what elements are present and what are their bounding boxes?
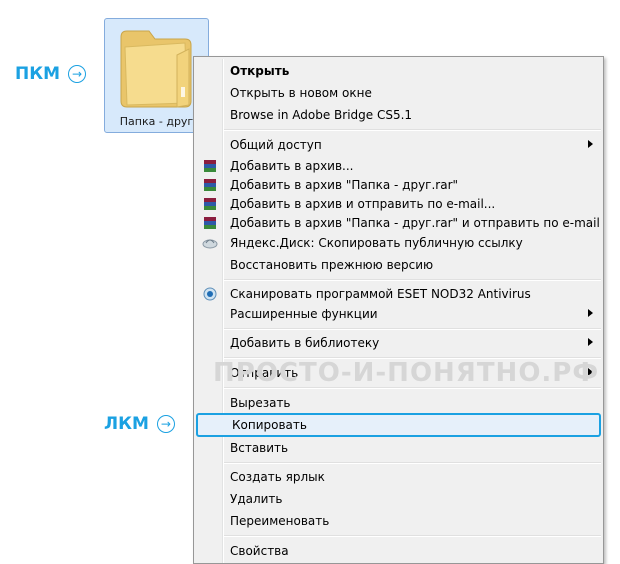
menu-item-copy[interactable]: Копировать [196, 413, 601, 437]
right-click-annotation: ПКМ → [15, 64, 87, 84]
menu-item-rename[interactable]: Переименовать [196, 510, 601, 532]
left-click-label: ЛКМ [104, 414, 149, 434]
menu-item-label: Сканировать программой ESET NOD32 Antivi… [230, 287, 531, 301]
menu-separator [224, 129, 601, 131]
menu-item-label: Копировать [232, 418, 307, 432]
left-click-annotation: ЛКМ → [104, 414, 175, 434]
menu-item-label: Добавить в архив "Папка - друг.rar" [230, 178, 459, 192]
winrar-icon [204, 160, 216, 172]
arrow-right-circle-icon: → [156, 415, 175, 433]
menu-item-adobe-bridge[interactable]: Browse in Adobe Bridge CS5.1 [196, 104, 601, 126]
menu-separator [224, 328, 601, 330]
submenu-arrow-icon [588, 338, 593, 346]
menu-item-label: Добавить в архив и отправить по e-mail..… [230, 197, 496, 211]
winrar-icon [204, 179, 216, 191]
arrow-right-circle-icon: → [68, 65, 87, 83]
menu-item-share[interactable]: Общий доступ [196, 134, 601, 156]
menu-item-delete[interactable]: Удалить [196, 488, 601, 510]
menu-item-label: Свойства [230, 544, 289, 558]
watermark-text: ПРОСТО-И-ПОНЯТНО.РФ [213, 358, 600, 388]
menu-item-label: Browse in Adobe Bridge CS5.1 [230, 108, 413, 122]
menu-item-label: Создать ярлык [230, 470, 325, 484]
menu-item-label: Добавить в библиотеку [230, 336, 380, 350]
folder-icon [120, 30, 192, 108]
menu-item-properties[interactable]: Свойства [196, 540, 601, 562]
eset-icon [203, 287, 217, 301]
menu-item-paste[interactable]: Вставить [196, 437, 601, 459]
right-click-label: ПКМ [15, 64, 61, 84]
menu-item-yandex-disk[interactable]: Яндекс.Диск: Скопировать публичную ссылк… [196, 232, 601, 254]
menu-item-label: Вставить [230, 441, 289, 455]
menu-item-create-shortcut[interactable]: Создать ярлык [196, 466, 601, 488]
menu-item-archive-named-email[interactable]: Добавить в архив "Папка - друг.rar" и от… [196, 212, 601, 234]
menu-item-label: Расширенные функции [230, 307, 378, 321]
menu-item-label: Восстановить прежнюю версию [230, 258, 434, 272]
menu-item-cut[interactable]: Вырезать [196, 392, 601, 414]
menu-item-label: Общий доступ [230, 138, 322, 152]
menu-item-label: Открыть [230, 64, 290, 78]
menu-item-label: Удалить [230, 492, 283, 506]
menu-item-add-library[interactable]: Добавить в библиотеку [196, 332, 601, 354]
winrar-icon [204, 198, 216, 210]
submenu-arrow-icon [588, 140, 593, 148]
menu-item-label: Открыть в новом окне [230, 86, 372, 100]
yandex-disk-icon [202, 239, 218, 249]
menu-item-label: Вырезать [230, 396, 291, 410]
menu-item-restore-version[interactable]: Восстановить прежнюю версию [196, 254, 601, 276]
menu-item-label: Яндекс.Диск: Скопировать публичную ссылк… [230, 236, 523, 250]
winrar-icon [204, 217, 216, 229]
menu-item-label: Добавить в архив "Папка - друг.rar" и от… [230, 216, 600, 230]
menu-separator [224, 279, 601, 281]
menu-separator [224, 462, 601, 464]
menu-item-advanced[interactable]: Расширенные функции [196, 303, 601, 325]
menu-item-open[interactable]: Открыть [196, 60, 601, 82]
menu-item-label: Добавить в архив... [230, 159, 354, 173]
context-menu: Открыть Открыть в новом окне Browse in A… [193, 56, 604, 564]
menu-item-open-new-window[interactable]: Открыть в новом окне [196, 82, 601, 104]
menu-item-label: Переименовать [230, 514, 330, 528]
menu-item-eset-scan[interactable]: Сканировать программой ESET NOD32 Antivi… [196, 283, 601, 305]
submenu-arrow-icon [588, 309, 593, 317]
menu-separator [224, 535, 601, 537]
